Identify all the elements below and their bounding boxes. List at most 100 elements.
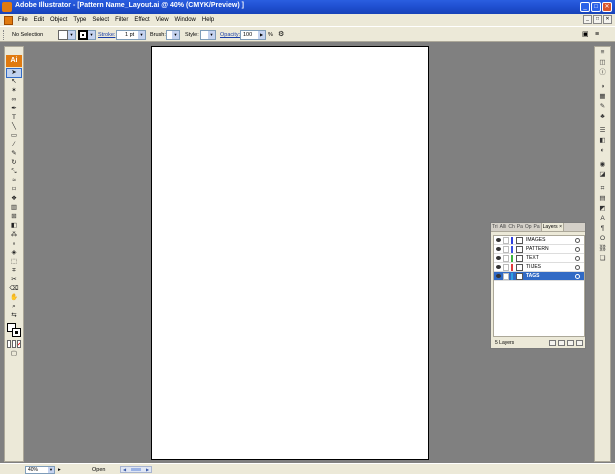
direct-selection-tool-icon[interactable]: ↖ <box>7 78 21 86</box>
menu-file[interactable]: File <box>15 17 31 23</box>
target-icon[interactable] <box>575 238 580 243</box>
paintbrush-tool-icon[interactable]: ⁄ <box>7 141 21 149</box>
stroke-icon[interactable]: ☰ <box>597 127 608 135</box>
brushes-icon[interactable]: ✎ <box>597 103 608 111</box>
gradient-icon[interactable]: ◧ <box>597 137 608 145</box>
target-icon[interactable] <box>575 247 580 252</box>
brush-dropdown[interactable]: ▼ <box>166 30 180 40</box>
style-dropdown[interactable]: ▼ <box>200 30 216 40</box>
mesh-tool-icon[interactable]: ⊞ <box>7 213 21 221</box>
horizontal-scrollbar[interactable]: ◀ ▶ <box>120 466 152 473</box>
rectangle-tool-icon[interactable]: ▭ <box>7 132 21 140</box>
align-icon[interactable]: ▤ <box>597 195 608 203</box>
stroke-weight-field[interactable]: 1 pt ▼ <box>116 30 146 40</box>
blend-tool-icon[interactable]: ∘ <box>7 240 21 248</box>
tab-character[interactable]: Ch <box>507 223 515 231</box>
tab-layers[interactable]: Layers × <box>540 223 564 231</box>
info-icon[interactable]: ⓘ <box>597 69 608 77</box>
scale-tool-icon[interactable]: ⤡ <box>7 168 21 176</box>
menu-filter[interactable]: Filter <box>112 17 131 23</box>
menu-help[interactable]: Help <box>199 17 217 23</box>
symbols-icon[interactable]: ♣ <box>597 113 608 121</box>
opacity-field[interactable]: 100 ▶ <box>240 30 266 40</box>
trash-icon[interactable] <box>576 340 583 346</box>
fill-swatch[interactable] <box>58 30 68 40</box>
lock-toggle[interactable] <box>503 237 509 244</box>
menu-object[interactable]: Object <box>47 17 70 23</box>
rotate-tool-icon[interactable]: ↻ <box>7 159 21 167</box>
document-icon[interactable] <box>4 15 13 25</box>
eraser-tool-icon[interactable]: ⌫ <box>7 285 21 293</box>
gradient-tool-icon[interactable]: ◧ <box>7 222 21 230</box>
artboard[interactable] <box>151 46 429 460</box>
close-icon[interactable]: × <box>559 224 562 230</box>
stroke-swatch[interactable] <box>78 30 88 40</box>
new-sublayer-icon[interactable] <box>558 340 565 346</box>
fill-stroke-indicator[interactable] <box>6 322 22 338</box>
eye-icon[interactable] <box>496 274 501 278</box>
target-icon[interactable] <box>575 256 580 261</box>
isolate-icon[interactable]: ▣ <box>582 30 589 40</box>
menu-edit[interactable]: Edit <box>31 17 47 23</box>
panel-grip-icon[interactable]: ≡ <box>597 49 608 57</box>
tab-opentype[interactable]: Op <box>524 223 533 231</box>
navigator-icon[interactable]: ◫ <box>597 59 608 67</box>
graphic-styles-icon[interactable]: ◪ <box>597 171 608 179</box>
pathfinder-icon[interactable]: ◩ <box>597 205 608 213</box>
new-layer-icon[interactable] <box>567 340 574 346</box>
make-clipping-mask-icon[interactable] <box>549 340 556 346</box>
tab-transparency[interactable]: Tri <box>491 223 499 231</box>
paragraph-icon[interactable]: ¶ <box>597 225 608 233</box>
gradient-mode-icon[interactable] <box>12 340 16 348</box>
scroll-right-icon[interactable]: ▶ <box>144 467 151 472</box>
stroke-color-dropdown[interactable]: ▼ <box>88 30 96 40</box>
menu-select[interactable]: Select <box>89 17 112 23</box>
line-tool-icon[interactable]: ╲ <box>7 123 21 131</box>
layer-row-tiijes[interactable]: TIIJES <box>494 263 584 272</box>
slice-tool-icon[interactable]: ✂ <box>7 276 21 284</box>
eye-icon[interactable] <box>496 265 501 269</box>
color-mode-icon[interactable] <box>7 340 11 348</box>
appearance-icon[interactable]: ◉ <box>597 161 608 169</box>
eye-icon[interactable] <box>496 256 501 260</box>
none-mode-icon[interactable] <box>17 340 21 348</box>
menu-type[interactable]: Type <box>70 17 89 23</box>
close-button[interactable]: ✕ <box>602 2 612 12</box>
stroke-link[interactable]: Stroke: <box>98 30 115 40</box>
symbol-sprayer-tool-icon[interactable]: ❖ <box>7 195 21 203</box>
column-graph-tool-icon[interactable]: ▥ <box>7 204 21 212</box>
opentype-icon[interactable]: O <box>597 235 608 243</box>
fill-dropdown[interactable]: ▼ <box>68 30 76 40</box>
crop-area-tool-icon[interactable]: ⌗ <box>7 267 21 275</box>
menu-window[interactable]: Window <box>172 17 199 23</box>
pencil-tool-icon[interactable]: ✎ <box>7 150 21 158</box>
control-bar-grip[interactable] <box>3 30 6 40</box>
screen-mode-icon[interactable]: ▢ <box>7 350 21 358</box>
lock-toggle[interactable] <box>503 264 509 271</box>
tab-align[interactable]: Alli <box>499 223 508 231</box>
scroll-thumb[interactable] <box>131 468 141 471</box>
eye-icon[interactable] <box>496 247 501 251</box>
eyedropper-tool-icon[interactable]: ⁂ <box>7 231 21 239</box>
tab-paragraph[interactable]: Pa <box>516 223 524 231</box>
transform-icon[interactable]: ⌗ <box>597 185 608 193</box>
stroke-box[interactable] <box>12 328 21 337</box>
maximize-button[interactable]: □ <box>591 2 601 12</box>
opacity-link[interactable]: Opacity: <box>220 30 240 40</box>
layer-row-images[interactable]: IMAGES <box>494 236 584 245</box>
live-paint-selection-tool-icon[interactable]: ⬚ <box>7 258 21 266</box>
zoom-level-field[interactable]: 40% ▼ <box>25 466 55 474</box>
illustrator-app-icon[interactable] <box>2 2 12 12</box>
color-icon[interactable]: ◑ <box>597 83 608 91</box>
zoom-tool-icon[interactable]: ⌕ <box>7 303 21 311</box>
transparency-icon[interactable]: ◐ <box>597 147 608 155</box>
selection-tool-icon[interactable]: ➤ <box>6 68 22 78</box>
live-paint-bucket-tool-icon[interactable]: ◈ <box>7 249 21 257</box>
tab-pathfinder[interactable]: Pa <box>533 223 541 231</box>
doc-minimize-button[interactable]: _ <box>583 15 592 24</box>
target-icon[interactable] <box>575 265 580 270</box>
scroll-left-icon[interactable]: ◀ <box>121 467 128 472</box>
status-menu-icon[interactable]: ▸ <box>58 466 61 474</box>
layers-icon[interactable]: ❏ <box>597 255 608 263</box>
eye-icon[interactable] <box>496 238 501 242</box>
